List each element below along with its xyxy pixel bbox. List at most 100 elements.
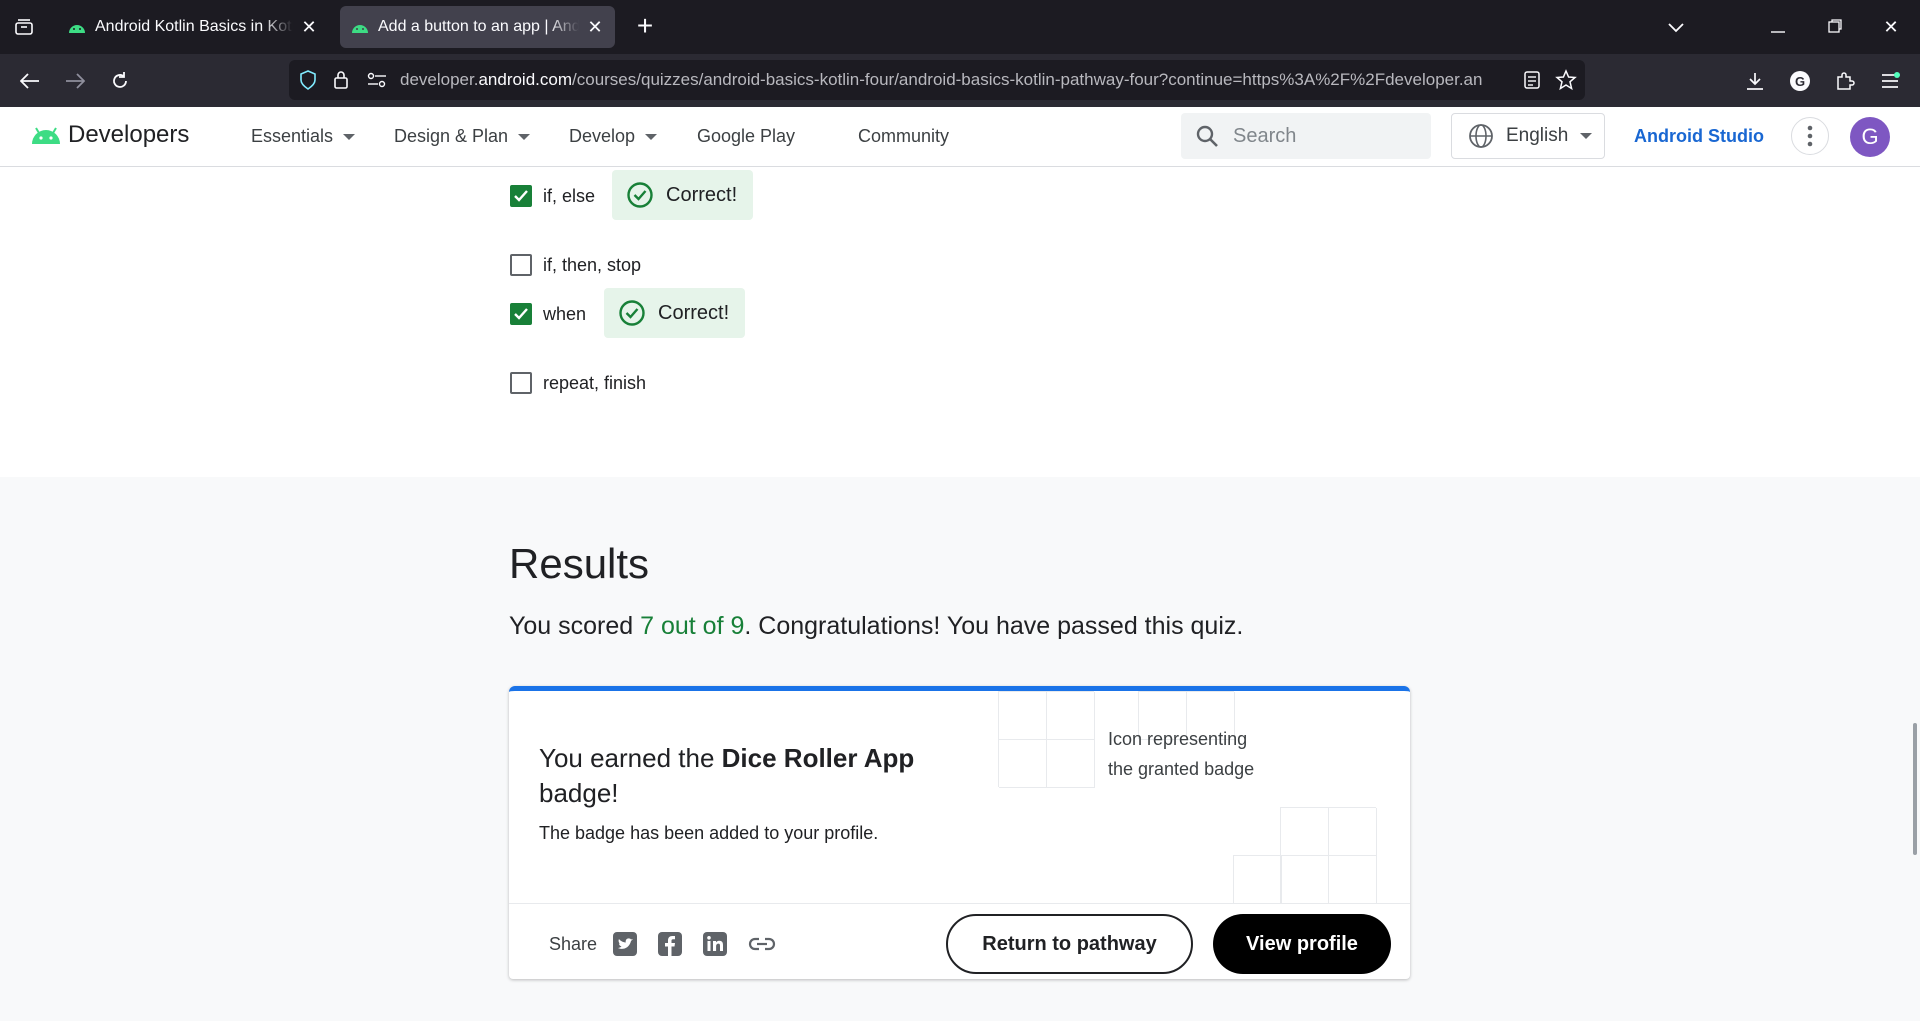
close-tab-icon[interactable]: ✕ [299,17,319,38]
linkedin-icon[interactable] [701,930,729,958]
option-label: when [543,303,587,324]
badge-image-alt-text: Icon representing the granted badge [1108,729,1255,779]
link-icon[interactable] [748,930,776,958]
option-label: if, else [543,185,596,206]
checkbox-checked[interactable] [510,185,532,207]
nav-essentials[interactable]: Essentials [251,126,356,147]
forward-arrow-icon[interactable] [60,66,90,96]
lock-icon[interactable] [333,70,349,95]
share-label: Share [549,934,598,954]
quiz-option[interactable]: if, else [510,185,595,207]
tab-title: Android Kotlin Basics in Kotlin [95,18,293,35]
language-label: English [1506,125,1569,146]
url-text[interactable]: developer.android.com/courses/quizzes/an… [400,70,1515,90]
tab-list-icon[interactable] [10,14,38,40]
nav-design-plan[interactable]: Design & Plan [394,126,531,147]
nav-label: Essentials [251,126,334,146]
option-label: repeat, finish [543,372,647,393]
check-icon [514,190,528,202]
url-path: /courses/quizzes/android-basics-kotlin-f… [572,70,1483,89]
back-arrow-icon[interactable] [15,66,45,96]
caret-down-icon [343,133,356,140]
address-bar[interactable]: developer.android.com/courses/quizzes/an… [289,60,1585,100]
bookmark-star-icon[interactable] [1555,69,1577,96]
results-title: Results [509,540,650,587]
grammarly-extension-icon[interactable]: G [1785,66,1815,96]
developers-logo[interactable]: Developers [30,121,189,149]
restore-icon[interactable] [1815,12,1855,42]
language-select[interactable]: English [1451,113,1605,159]
grid-decoration [1233,855,1282,904]
search-box[interactable]: Search [1181,113,1431,159]
quiz-option[interactable]: if, then, stop [510,254,641,276]
tab-overflow-chevron-icon[interactable] [1656,12,1696,42]
title-prefix: You earned the [539,743,722,773]
android-favicon-icon [69,25,85,33]
return-to-pathway-button[interactable]: Return to pathway [946,914,1193,974]
nav-google-play[interactable]: Google Play [697,126,795,147]
browser-tab-bar: Android Kotlin Basics in Kotlin ✕ Add a … [0,0,1920,54]
option-label: if, then, stop [543,254,642,275]
reader-view-icon[interactable] [1523,70,1541,95]
feedback-text: Correct! [666,183,738,206]
avatar[interactable]: G [1850,117,1890,157]
badge-subtitle: The badge has been added to your profile… [539,823,879,843]
browser-tab-active[interactable]: Add a button to an app | Android ✕ [340,6,615,48]
nav-label: Design & Plan [394,126,509,146]
tab-title: Add a button to an app | Android [378,18,579,35]
quiz-option[interactable]: when [510,303,586,325]
nav-label: Develop [569,126,636,146]
search-icon [1196,125,1218,147]
app-menu-icon[interactable] [1875,66,1905,96]
site-header: Developers Essentials Design & Plan Deve… [0,107,1920,167]
url-prefix: developer. [400,70,479,89]
check-icon [514,308,528,320]
close-window-icon[interactable]: ✕ [1871,12,1911,42]
badge-card: You earned the Dice Roller App badge! Th… [509,686,1410,979]
correct-feedback: Correct! [612,170,754,220]
feedback-text: Correct! [658,301,730,324]
badge-name: Dice Roller App [721,743,915,773]
title-suffix: badge! [539,778,619,808]
nav-label: Google Play [697,126,796,146]
extensions-puzzle-icon[interactable] [1830,66,1860,96]
browser-nav-bar: developer.android.com/courses/quizzes/an… [0,54,1920,107]
nav-community[interactable]: Community [858,126,949,147]
android-logo-icon [32,127,60,144]
search-placeholder: Search [1233,124,1297,147]
reload-icon[interactable] [105,66,135,96]
caret-down-icon [1580,133,1593,139]
svg-text:G: G [1795,74,1805,89]
facebook-icon[interactable] [656,930,684,958]
score-suffix: . Congratulations! You have passed this … [744,612,1244,640]
grid-decoration [998,691,1095,788]
close-tab-icon[interactable]: ✕ [585,17,605,38]
globe-icon [1469,124,1493,148]
checkbox-unchecked[interactable] [510,254,532,276]
shield-icon[interactable] [299,70,317,95]
checkbox-unchecked[interactable] [510,372,532,394]
new-tab-icon[interactable]: + [630,12,660,42]
android-favicon-icon [352,25,368,33]
checkbox-checked[interactable] [510,303,532,325]
view-profile-button[interactable]: View profile [1213,914,1391,974]
minimize-icon[interactable] [1758,12,1798,42]
more-options-icon[interactable] [1791,117,1829,155]
score-value: 7 out of 9 [640,612,745,640]
site-permissions-icon[interactable] [367,72,387,93]
downloads-icon[interactable] [1740,66,1770,96]
check-circle-icon [627,182,653,208]
twitter-icon[interactable] [611,930,639,958]
score-summary: You scored 7 out of 9. Congratulations! … [509,612,1243,641]
page-scrollbar[interactable] [1913,723,1917,855]
logo-text: Developers [68,121,190,148]
caret-down-icon [645,133,658,140]
android-studio-link[interactable]: Android Studio [1634,126,1764,147]
correct-feedback: Correct! [604,288,746,338]
browser-tab[interactable]: Android Kotlin Basics in Kotlin ✕ [57,6,329,48]
nav-label: Community [858,126,950,146]
quiz-option[interactable]: repeat, finish [510,372,646,394]
grid-decoration [1280,807,1377,904]
check-circle-icon [619,300,645,326]
nav-develop[interactable]: Develop [569,126,658,147]
